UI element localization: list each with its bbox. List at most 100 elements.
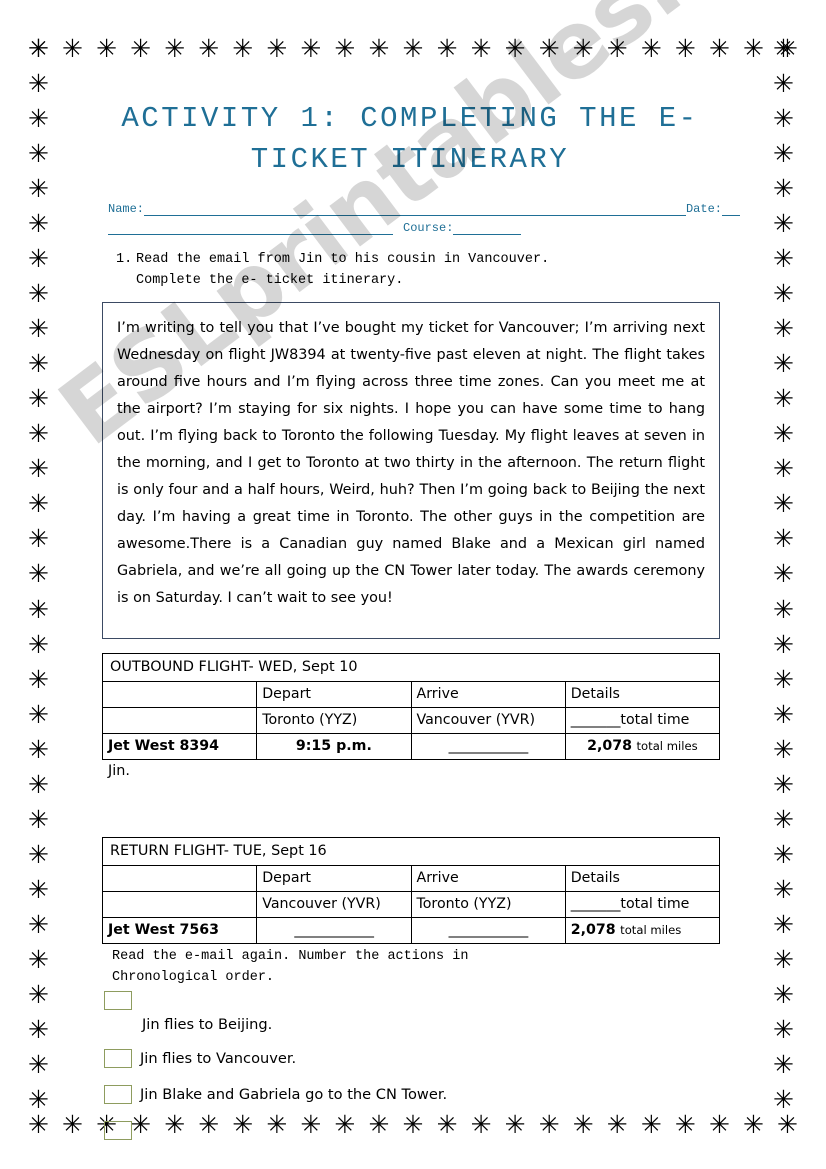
return-header-details: Details [564,864,721,892]
border-star-icon: ✳ [773,909,794,939]
outbound-header-details: Details [564,680,721,708]
border-star-icon: ✳ [28,384,49,414]
border-star-icon: ✳ [266,34,288,63]
return-total-time-blank[interactable]: _______total time [564,890,721,918]
border-star-icon: ✳ [28,874,49,904]
border-star-icon: ✳ [334,34,356,63]
border-star-icon: ✳ [198,34,220,63]
border-star-icon: ✳ [28,69,49,99]
email-body: I’m writing to tell you that I’ve bought… [117,320,705,606]
border-star-icon: ✳ [773,874,794,904]
border-star-icon: ✳ [773,1014,794,1044]
name-label: Name: [108,202,145,217]
task2-line-2: Chronological order. [112,970,275,986]
return-arrive-time-blank[interactable]: ____________ [410,916,566,944]
border-star-icon: ✳ [28,664,49,694]
border-star-icon: ✳ [28,419,49,449]
border-star-icon: ✳ [28,454,49,484]
order-checkbox-4[interactable] [104,1120,132,1140]
outbound-header-depart: Depart [256,680,412,708]
return-header-blank [101,864,258,892]
list-item[interactable] [104,990,760,1010]
border-star-icon: ✳ [28,804,49,834]
border-star-icon: ✳ [773,699,794,729]
border-star-icon: ✳ [28,524,49,554]
page-title: ACTIVITY 1: COMPLETING THE E- TICKET ITI… [60,98,760,180]
order-checkbox-1[interactable] [104,990,132,1010]
border-star-icon: ✳ [28,559,49,589]
date-input[interactable] [722,202,740,217]
border-star-icon: ✳ [777,1110,798,1139]
table-row: OUTBOUND FLIGHT- WED, Sept 10 [102,652,720,682]
border-star-icon: ✳ [773,34,794,63]
border-star-icon: ✳ [96,34,118,63]
border-star-icon: ✳ [28,594,49,624]
decorative-border-right: ✳ ✳ ✳ ✳ ✳ ✳ ✳ ✳ ✳ ✳ ✳ ✳ ✳ ✳ ✳ ✳ ✳ ✳ ✳ ✳ ✳ ✳ ✳ ✳ ✳ ✳ ✳ ✳ ✳ ✳ ✳ [773,36,794,1112]
return-depart-time-blank[interactable]: ____________ [256,916,412,944]
border-star-icon: ✳ [28,1084,49,1114]
task1-number: 1. [116,252,133,268]
outbound-depart-city: Toronto (YYZ) [256,706,412,734]
name-input-continued[interactable] [108,221,393,236]
task2-line-1: Read the e-mail again. Number the action… [112,948,469,964]
outbound-total-time-blank[interactable]: _______total time [564,706,721,734]
outbound-header-blank [101,680,258,708]
return-arrive-city: Toronto (YYZ) [410,890,566,918]
border-star-icon: ✳ [773,594,794,624]
table-row: Vancouver (YVR) Toronto (YYZ) _______tot… [101,890,721,918]
border-star-icon: ✳ [28,979,49,1009]
outbound-table-title: OUTBOUND FLIGHT- WED, Sept 10 [102,652,720,682]
border-star-icon: ✳ [773,734,794,764]
name-input[interactable] [144,202,686,217]
border-star-icon: ✳ [28,314,49,344]
title-line-2: TICKET ITINERARY [250,143,570,177]
border-star-icon: ✳ [28,1110,49,1139]
decorative-border-top: ✳ ✳ ✳ ✳ ✳ ✳ ✳ ✳ ✳ ✳ ✳ ✳ ✳ ✳ ✳ ✳ ✳ ✳ ✳ ✳ ✳ ✳ ✳ [28,36,798,61]
border-star-icon: ✳ [773,419,794,449]
border-star-icon: ✳ [504,34,526,63]
border-star-icon: ✳ [773,314,794,344]
table-row: Depart Arrive Details [101,680,721,708]
outbound-arrive-time-blank[interactable]: ____________ [410,732,566,760]
order-checkbox-2[interactable] [104,1048,132,1068]
border-star-icon: ✳ [742,34,764,63]
border-star-icon: ✳ [28,279,49,309]
border-star-icon: ✳ [773,489,794,519]
task1-instruction: 1. Read the email from Jin to his cousin… [60,250,760,292]
border-star-icon: ✳ [28,1049,49,1079]
ordering-exercise: Jin flies to Beijing. Jin flies to Vanco… [60,990,760,1140]
border-star-icon: ✳ [28,139,49,169]
return-table-title: RETURN FLIGHT- TUE, Sept 16 [102,836,720,866]
border-star-icon: ✳ [28,839,49,869]
outbound-flight-number: Jet West 8394 [101,732,258,760]
border-star-icon: ✳ [773,804,794,834]
outbound-miles: 2,078 total miles [564,732,721,760]
outbound-flight-table: OUTBOUND FLIGHT- WED, Sept 10 Depart Arr… [101,652,721,760]
border-star-icon: ✳ [28,944,49,974]
list-item[interactable]: Jin flies to Vancouver. [104,1048,760,1068]
task1-line-2: Complete the e- ticket itinerary. [136,273,404,289]
course-input[interactable] [453,221,522,236]
table-row: Toronto (YYZ) Vancouver (YVR) _______tot… [101,706,721,734]
identity-block: Name: Date: Course: [60,202,760,236]
list-item[interactable]: Jin Blake and Gabriela go to the CN Towe… [104,1084,760,1104]
border-star-icon: ✳ [773,174,794,204]
list-item[interactable] [104,1120,760,1140]
order-checkbox-3[interactable] [104,1084,132,1104]
border-star-icon: ✳ [773,454,794,484]
border-star-icon: ✳ [773,69,794,99]
border-star-icon: ✳ [28,34,49,63]
outbound-city-blank [101,706,258,734]
border-star-icon: ✳ [538,34,560,63]
border-star-icon: ✳ [232,34,254,63]
return-depart-city: Vancouver (YVR) [256,890,412,918]
border-star-icon: ✳ [773,349,794,379]
border-star-icon: ✳ [773,104,794,134]
table-row: RETURN FLIGHT- TUE, Sept 16 [102,836,720,866]
border-star-icon: ✳ [708,34,730,63]
return-header-arrive: Arrive [410,864,566,892]
border-star-icon: ✳ [28,909,49,939]
return-flight-table: RETURN FLIGHT- TUE, Sept 16 Depart Arriv… [101,836,721,944]
return-miles-value: 2,078 [570,922,616,938]
date-label: Date: [685,202,722,217]
